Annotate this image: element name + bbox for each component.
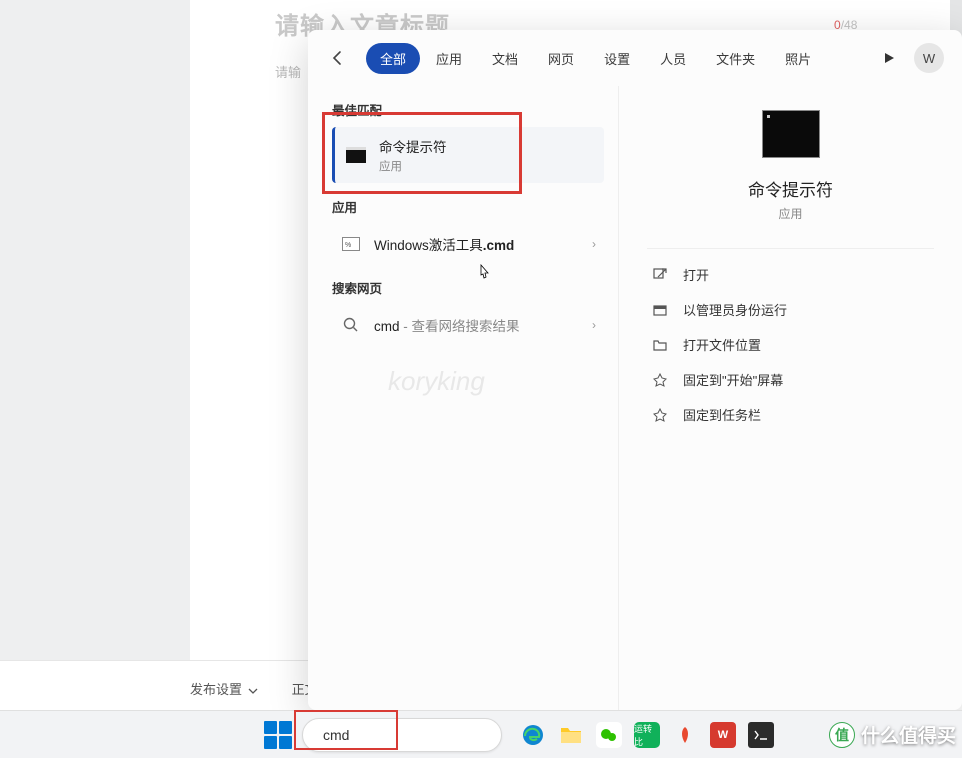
- best-match-title: 命令提示符: [379, 136, 596, 156]
- search-header: 全部 应用 文档 网页 设置 人员 文件夹 照片 W: [308, 30, 962, 86]
- cmd-file-icon: %: [340, 233, 362, 255]
- action-run-as-admin[interactable]: 以管理员身份运行: [647, 292, 934, 327]
- section-apps: 应用: [332, 197, 604, 216]
- preview-title: 命令提示符: [748, 176, 833, 201]
- pin-icon: [651, 371, 669, 389]
- shield-icon: [651, 301, 669, 319]
- best-match-subtitle: 应用: [379, 158, 596, 174]
- preview-column: 命令提示符 应用 打开 以管理员身份运行 打开文件位置 固定到"开: [618, 86, 962, 710]
- header-play-button[interactable]: [874, 43, 904, 73]
- best-match-result[interactable]: 命令提示符 应用: [332, 127, 604, 183]
- watermark-badge: 值: [829, 722, 855, 748]
- section-search-web: 搜索网页: [332, 278, 604, 297]
- taskbar-search-input[interactable]: [323, 727, 504, 743]
- windows-search-panel: 全部 应用 文档 网页 设置 人员 文件夹 照片 W 最佳匹配 命令提示符: [308, 30, 962, 710]
- svg-text:%: %: [345, 242, 351, 249]
- tab-photos[interactable]: 照片: [771, 43, 825, 74]
- action-list: 打开 以管理员身份运行 打开文件位置 固定到"开始"屏幕 固定到任务栏: [647, 257, 934, 432]
- action-open-file-location[interactable]: 打开文件位置: [647, 327, 934, 362]
- footer-publish-settings[interactable]: 发布设置: [190, 679, 258, 698]
- watermark-label: 什么值得买: [861, 721, 956, 748]
- tab-documents[interactable]: 文档: [478, 43, 532, 74]
- editor-subtitle: 请输: [275, 62, 301, 81]
- chevron-down-icon: [248, 686, 258, 696]
- search-icon: [340, 314, 362, 336]
- open-icon: [651, 266, 669, 284]
- start-button[interactable]: [264, 721, 292, 749]
- pin-icon: [651, 406, 669, 424]
- file-explorer-icon[interactable]: [558, 722, 584, 748]
- editor-left-panel: [0, 0, 190, 660]
- taskbar-pinned-apps: 运转比 W: [520, 722, 774, 748]
- taskbar-search[interactable]: [302, 718, 502, 752]
- action-pin-to-taskbar[interactable]: 固定到任务栏: [647, 397, 934, 432]
- app-icon-red[interactable]: [672, 722, 698, 748]
- cmd-app-icon: [345, 144, 367, 166]
- search-filter-tabs: 全部 应用 文档 网页 设置 人员 文件夹 照片: [366, 43, 825, 74]
- edge-icon[interactable]: [520, 722, 546, 748]
- section-best-match: 最佳匹配: [332, 100, 604, 119]
- tab-all[interactable]: 全部: [366, 43, 420, 74]
- search-results-column: 最佳匹配 命令提示符 应用 应用 % Windows激活工具.cmd ›: [308, 86, 618, 710]
- chevron-right-icon: ›: [592, 318, 596, 332]
- web-result-row[interactable]: cmd - 查看网络搜索结果 ›: [332, 305, 604, 345]
- tab-people[interactable]: 人员: [646, 43, 700, 74]
- wps-icon[interactable]: W: [710, 722, 736, 748]
- watermark-text: koryking: [388, 366, 485, 397]
- tab-settings[interactable]: 设置: [590, 43, 644, 74]
- windows-taskbar: 运转比 W: [0, 710, 962, 758]
- folder-icon: [651, 336, 669, 354]
- play-icon: [883, 52, 895, 64]
- action-open[interactable]: 打开: [647, 257, 934, 292]
- chevron-right-icon: ›: [592, 237, 596, 251]
- wechat-icon[interactable]: [596, 722, 622, 748]
- preview-thumbnail: [762, 110, 820, 158]
- tab-web[interactable]: 网页: [534, 43, 588, 74]
- web-result-title: cmd - 查看网络搜索结果: [374, 315, 580, 335]
- back-button[interactable]: [326, 46, 350, 70]
- app-icon-green[interactable]: 运转比: [634, 722, 660, 748]
- arrow-left-icon: [329, 49, 347, 67]
- app-result-title: Windows激活工具.cmd: [374, 234, 580, 254]
- action-pin-to-start[interactable]: 固定到"开始"屏幕: [647, 362, 934, 397]
- app-result-row[interactable]: % Windows激活工具.cmd ›: [332, 224, 604, 264]
- tab-folders[interactable]: 文件夹: [702, 43, 769, 74]
- terminal-icon[interactable]: [748, 722, 774, 748]
- user-avatar[interactable]: W: [914, 43, 944, 73]
- page-watermark: 值 什么值得买: [829, 721, 956, 748]
- divider: [647, 248, 934, 249]
- preview-subtitle: 应用: [778, 205, 802, 222]
- tab-apps[interactable]: 应用: [422, 43, 476, 74]
